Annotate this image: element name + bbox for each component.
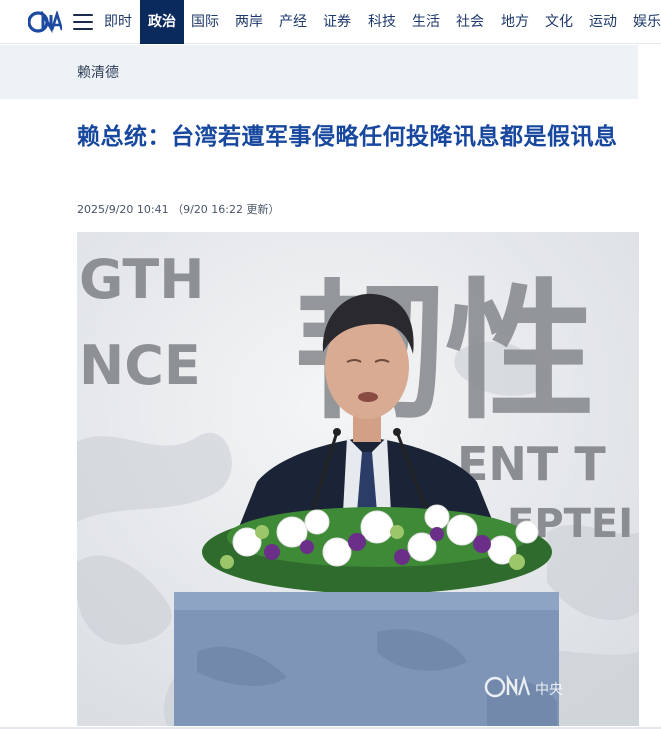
nav-item-society[interactable]: 社会 — [456, 0, 484, 44]
update-time: （9/20 16:22 更新） — [172, 203, 280, 216]
watermark-text: 中央 — [535, 682, 563, 698]
publish-time: 2025/9/20 10:41 — [77, 203, 169, 216]
nav-item-politics[interactable]: 政治 — [140, 0, 184, 44]
nav-item-economy[interactable]: 产经 — [279, 0, 307, 44]
cna-logo[interactable] — [28, 11, 62, 33]
speaker-photo-illustration: GTH NCE 韧性 ENT T EPTEI 中央 — [77, 232, 639, 726]
nav-item-culture[interactable]: 文化 — [545, 0, 573, 44]
nav-item-local[interactable]: 地方 — [501, 0, 529, 44]
backdrop-subtitle: ENT T — [457, 437, 606, 491]
nav-item-sports[interactable]: 运动 — [589, 0, 617, 44]
nav-item-instant[interactable]: 即时 — [104, 0, 132, 44]
article-title: 赖总统：台湾若遭军事侵略任何投降讯息都是假讯息 — [77, 124, 618, 150]
backdrop-text-bottom: NCE — [79, 334, 201, 397]
nav-item-entertainment[interactable]: 娱乐 — [633, 0, 661, 44]
top-navigation: 即时 政治 国际 两岸 产经 证券 科技 生活 社会 地方 文化 运动 娱乐 — [0, 0, 661, 44]
hamburger-menu-icon[interactable] — [73, 14, 93, 30]
nav-item-life[interactable]: 生活 — [412, 0, 440, 44]
article-photo[interactable]: GTH NCE 韧性 ENT T EPTEI 中央 — [77, 232, 639, 726]
nav-item-tech[interactable]: 科技 — [368, 0, 396, 44]
backdrop-text-top: GTH — [79, 248, 204, 311]
nav-item-cross-strait[interactable]: 两岸 — [235, 0, 263, 44]
topic-tag-bar: 赖清德 — [0, 45, 638, 99]
nav-item-securities[interactable]: 证券 — [323, 0, 351, 44]
article-timestamp: 2025/9/20 10:41 （9/20 16:22 更新） — [77, 201, 280, 217]
nav-item-international[interactable]: 国际 — [191, 0, 219, 44]
topic-tag[interactable]: 赖清德 — [77, 62, 119, 82]
